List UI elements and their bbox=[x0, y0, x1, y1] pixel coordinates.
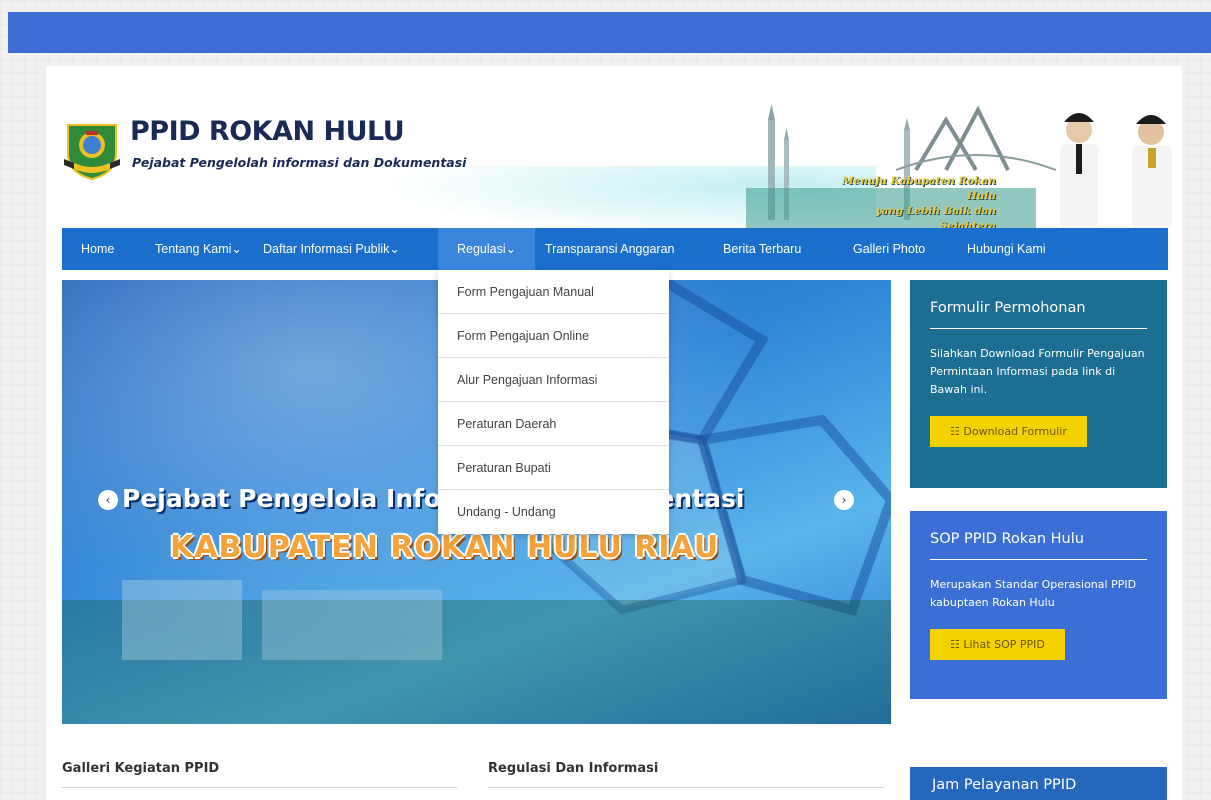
galleri-section-title: Galleri Kegiatan PPID bbox=[62, 761, 220, 776]
nav-daftar-informasi-publik[interactable]: Daftar Informasi Publik⌄ bbox=[244, 228, 419, 270]
banner-slogan: Menuju Kabupaten Rokan Hulu yang Lebih B… bbox=[816, 174, 996, 228]
rokan-hulu-emblem-icon[interactable] bbox=[64, 119, 120, 181]
regulasi-dropdown-menu: Form Pengajuan Manual Form Pengajuan Onl… bbox=[438, 270, 669, 534]
slogan-line-1: Menuju Kabupaten Rokan Hulu bbox=[842, 175, 996, 202]
dropdown-undang-undang[interactable]: Undang - Undang bbox=[438, 490, 669, 534]
file-pdf-icon: ☷ bbox=[950, 638, 960, 651]
nav-berita-terbaru[interactable]: Berita Terbaru bbox=[704, 228, 820, 270]
regulasi-section-divider bbox=[488, 787, 884, 788]
dropdown-peraturan-bupati[interactable]: Peraturan Bupati bbox=[438, 446, 669, 490]
file-pdf-icon: ☷ bbox=[950, 425, 960, 438]
slider-prev-arrow-icon[interactable]: ‹ bbox=[98, 490, 118, 510]
lihat-sop-label: Lihat SOP PPID bbox=[963, 638, 1045, 651]
slider-subheadline: KABUPATEN ROKAN HULU RIAU bbox=[170, 530, 720, 565]
top-bar bbox=[8, 12, 1211, 53]
jam-pelayanan-title: Jam Pelayanan PPID bbox=[932, 777, 1077, 793]
nav-hubungi-kami[interactable]: Hubungi Kami bbox=[948, 228, 1065, 270]
jam-pelayanan-widget: Jam Pelayanan PPID bbox=[910, 767, 1167, 800]
nav-regulasi[interactable]: Regulasi⌄ bbox=[438, 228, 536, 270]
dropdown-form-pengajuan-online[interactable]: Form Pengajuan Online bbox=[438, 314, 669, 358]
download-formulir-label: Download Formulir bbox=[963, 425, 1067, 438]
nav-galleri-photo[interactable]: Galleri Photo bbox=[834, 228, 944, 270]
galleri-section-divider bbox=[62, 787, 457, 788]
page-container: PPID ROKAN HULU Pejabat Pengelolah infor… bbox=[46, 66, 1182, 800]
site-header: PPID ROKAN HULU Pejabat Pengelolah infor… bbox=[46, 66, 1182, 228]
nav-tentang-kami[interactable]: Tentang Kami⌄ bbox=[136, 228, 261, 270]
nav-transparansi-anggaran[interactable]: Transparansi Anggaran bbox=[526, 228, 693, 270]
main-nav: Home Tentang Kami⌄ Daftar Informasi Publ… bbox=[62, 228, 1168, 270]
dropdown-alur-pengajuan-informasi[interactable]: Alur Pengajuan Informasi bbox=[438, 358, 669, 402]
slogan-line-2: yang Lebih Baik dan Sejahtera bbox=[875, 205, 996, 228]
slider-next-arrow-icon[interactable]: › bbox=[834, 490, 854, 510]
dropdown-form-pengajuan-manual[interactable]: Form Pengajuan Manual bbox=[438, 270, 669, 314]
sop-widget: SOP PPID Rokan Hulu Merupakan Standar Op… bbox=[910, 511, 1167, 699]
dropdown-peraturan-daerah[interactable]: Peraturan Daerah bbox=[438, 402, 669, 446]
site-title[interactable]: PPID ROKAN HULU bbox=[130, 116, 405, 147]
regulasi-section-title: Regulasi Dan Informasi bbox=[488, 761, 659, 776]
formulir-widget-title: Formulir Permohonan bbox=[930, 300, 1147, 329]
site-subtitle: Pejabat Pengelolah informasi dan Dokumen… bbox=[132, 155, 467, 170]
formulir-widget: Formulir Permohonan Silahkan Download Fo… bbox=[910, 280, 1167, 488]
download-formulir-button[interactable]: ☷ Download Formulir bbox=[930, 416, 1087, 447]
formulir-widget-text: Silahkan Download Formulir Pengajuan Per… bbox=[930, 347, 1145, 396]
nav-home[interactable]: Home bbox=[62, 228, 133, 270]
sop-widget-text: Merupakan Standar Operasional PPID kabup… bbox=[930, 578, 1137, 609]
sop-widget-title: SOP PPID Rokan Hulu bbox=[930, 531, 1147, 560]
lihat-sop-button[interactable]: ☷ Lihat SOP PPID bbox=[930, 629, 1065, 660]
